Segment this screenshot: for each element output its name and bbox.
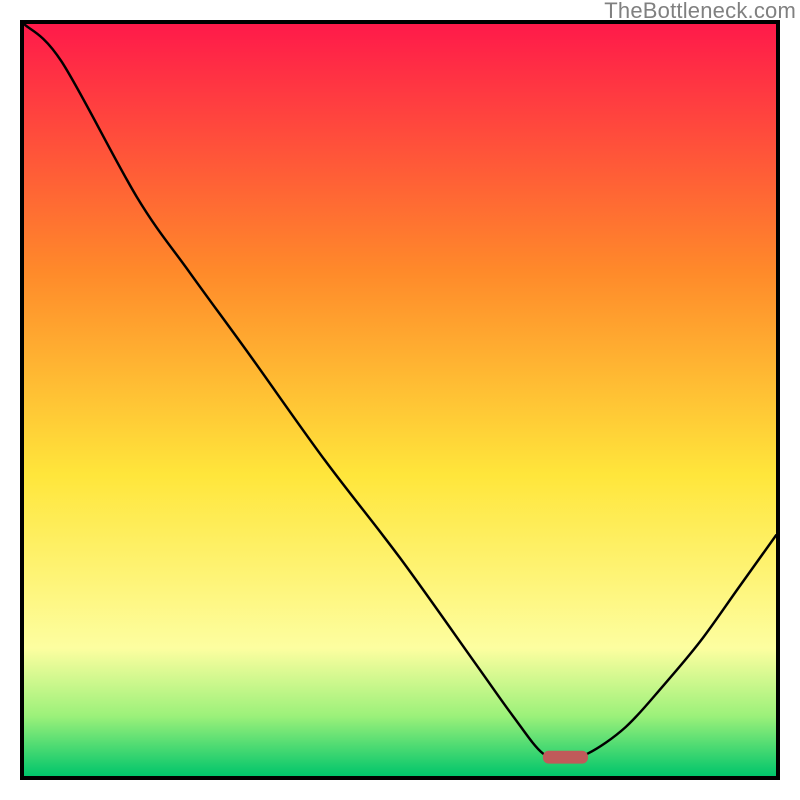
- plot-area: [20, 20, 780, 780]
- chart-frame: TheBottleneck.com: [0, 0, 800, 800]
- watermark-attribution: TheBottleneck.com: [604, 0, 796, 24]
- gradient-background: [24, 24, 776, 776]
